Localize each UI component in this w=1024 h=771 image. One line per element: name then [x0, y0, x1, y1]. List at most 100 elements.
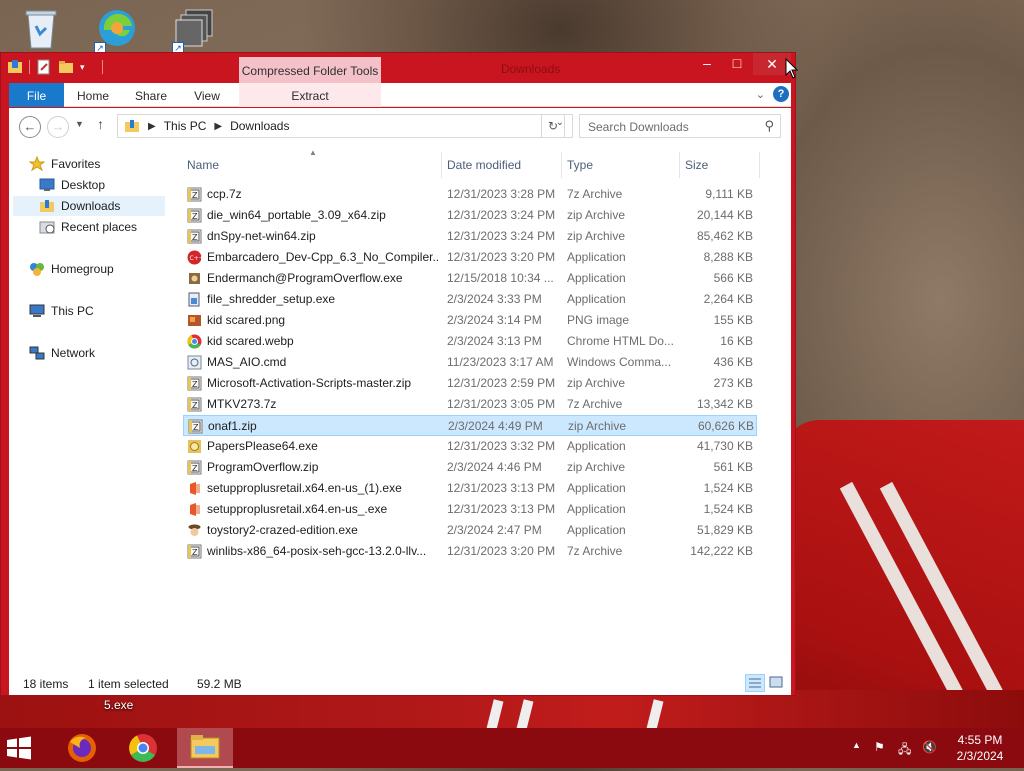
nav-this-pc[interactable]: This PC [29, 301, 94, 321]
file-row[interactable]: ZdnSpy-net-win64.zip 12/31/2023 3:24 PM zi… [183, 226, 757, 247]
file-name: MAS_AIO.cmd [207, 355, 287, 369]
file-row[interactable]: Z ProgramOverflow.zip 2/3/2024 4:46 PM zip … [183, 457, 757, 478]
help-icon[interactable]: ? [773, 86, 789, 102]
column-divider[interactable] [679, 152, 680, 178]
breadcrumb-downloads[interactable]: Downloads [230, 119, 289, 133]
window-title: Downloads [501, 62, 561, 76]
file-name: kid scared.webp [207, 334, 294, 348]
nav-homegroup[interactable]: Homegroup [29, 259, 114, 279]
file-row[interactable]: PapersPlease64.exe 12/31/2023 3:32 PM Appl… [183, 436, 757, 457]
file-size: 1,524 KB [703, 481, 753, 495]
file-name: Embarcadero_Dev-Cpp_6.3_No_Compiler... [207, 250, 439, 264]
nav-desktop-label: Desktop [61, 178, 106, 192]
refresh-button[interactable]: ↻ [541, 114, 565, 138]
file-row[interactable]: kid scared.webp 2/3/2024 3:13 PM Chrome HT… [183, 331, 757, 352]
tab-extract[interactable]: Extract [239, 83, 381, 107]
svg-text:Z: Z [192, 380, 198, 389]
minimize-icon[interactable]: – [693, 53, 721, 75]
action-center-flag-icon[interactable]: ⚑ [874, 740, 885, 754]
volume-muted-icon[interactable]: 🔇 [922, 740, 937, 754]
firefox-taskbar-icon[interactable] [54, 728, 110, 768]
chrome-taskbar-icon[interactable] [115, 728, 171, 768]
recycle-bin-icon[interactable] [18, 6, 64, 52]
chevron-down-icon[interactable]: ▾ [80, 59, 96, 75]
file-row[interactable]: file_shredder_setup.exe 2/3/2024 3:33 PM A… [183, 289, 757, 310]
file-size: 41,730 KB [696, 439, 753, 453]
tab-view[interactable]: View [185, 83, 229, 107]
file-row[interactable]: C++ Embarcadero_Dev-Cpp_6.3_No_Compiler..… [183, 247, 757, 268]
file-size: 1,524 KB [703, 502, 753, 516]
navigation-pane: Favorites Desktop Downloads Recent place… [9, 144, 175, 671]
file-row[interactable]: kid scared.png 2/3/2024 3:14 PM PNG image 1… [183, 310, 757, 331]
file-date: 2/3/2024 3:33 PM [447, 292, 542, 306]
column-date-modified[interactable]: Date modified [443, 152, 561, 178]
tab-home[interactable]: Home [71, 83, 115, 107]
recent-locations-icon[interactable]: ▼ [75, 119, 84, 129]
file-name: MTKV273.7z [207, 397, 277, 411]
nav-favorites[interactable]: Favorites [28, 154, 101, 174]
file-date: 12/31/2023 3:20 PM [447, 544, 556, 558]
column-divider[interactable] [759, 152, 760, 178]
network-tray-icon[interactable]: 🖧 [898, 740, 911, 761]
nav-network[interactable]: Network [29, 343, 95, 363]
file-row[interactable]: Endermanch@ProgramOverflow.exe 12/15/2018… [183, 268, 757, 289]
breadcrumb-chevron-icon[interactable]: ▶ [214, 121, 222, 132]
file-row[interactable]: toystory2-crazed-edition.exe 2/3/2024 2:4… [183, 520, 757, 541]
back-button[interactable]: ← [19, 116, 41, 138]
downloads-folder-icon [39, 198, 55, 214]
svg-text:Z: Z [192, 548, 198, 557]
compressed-folder-tools-tab: Compressed Folder Tools [239, 57, 381, 83]
file-explorer-taskbar-icon[interactable] [177, 728, 233, 768]
ribbon-tabs: File Home Share View Extract ⌄ ? [9, 83, 791, 107]
file-row[interactable]: Z MTKV273.7z 12/31/2023 3:05 PM 7z Archive 1… [183, 394, 757, 415]
nav-favorites-label: Favorites [51, 157, 101, 171]
column-size[interactable]: Size [681, 152, 757, 178]
file-row[interactable]: Zccp.7z 12/31/2023 3:28 PM 7z Archive 9,111… [183, 184, 757, 205]
desktop-item-label[interactable]: 5.exe [104, 698, 133, 712]
file-row[interactable]: Zwinlibs-x86_64-posix-seh-gcc-13.2.0-llv… [183, 541, 757, 562]
search-icon[interactable]: ⚲ [764, 118, 774, 134]
nav-desktop[interactable]: Desktop [39, 175, 169, 195]
mouse-cursor-icon [785, 57, 799, 83]
tab-share[interactable]: Share [129, 83, 173, 107]
explorer-window: ▾ Compressed Folder Tools Downloads – □ … [0, 52, 796, 696]
address-bar[interactable]: ▶ This PC ▶ Downloads ⌄ [117, 114, 573, 138]
clock[interactable]: 4:55 PM 2/3/2024 [950, 732, 1010, 764]
breadcrumb-chevron-icon[interactable]: ▶ [148, 121, 156, 132]
edge-icon[interactable]: ↗ [94, 6, 140, 54]
file-row[interactable]: Zdie_win64_portable_3.09_x64.zip 12/31/20… [183, 205, 757, 226]
search-input[interactable]: Search Downloads ⚲ [579, 114, 781, 138]
file-row[interactable]: Z Microsoft-Activation-Scripts-master.zip… [183, 373, 757, 394]
up-arrow-icon[interactable]: ↑ [97, 116, 104, 132]
nav-downloads[interactable]: Downloads [13, 196, 165, 216]
network-icon [29, 345, 45, 361]
file-row-selected[interactable]: Zonaf1.zip 2/3/2024 4:49 PM zip Archive 60,… [183, 415, 757, 436]
nav-downloads-label: Downloads [61, 199, 121, 213]
file-row[interactable]: setupproplusretail.x64.en-us_.exe 12/31/2… [183, 499, 757, 520]
app-shortcut-icon[interactable]: ↗ [172, 6, 218, 54]
tab-file[interactable]: File [9, 83, 64, 107]
column-divider[interactable] [441, 152, 442, 178]
file-date: 12/31/2023 2:59 PM [447, 376, 556, 390]
large-icons-view-button[interactable] [767, 674, 787, 692]
breadcrumb-this-pc[interactable]: This PC [164, 119, 207, 133]
recent-places-icon [39, 219, 55, 235]
file-row[interactable]: setupproplusretail.x64.en-us_(1).exe 12/3… [183, 478, 757, 499]
show-hidden-icons-icon[interactable]: ▲ [852, 740, 861, 750]
archive-icon: Z [187, 460, 202, 475]
forward-button[interactable]: → [47, 116, 69, 138]
column-type[interactable]: Type [563, 152, 679, 178]
nav-recent-places[interactable]: Recent places [39, 217, 137, 237]
expand-ribbon-icon[interactable]: ⌄ [756, 88, 765, 101]
new-folder-icon[interactable] [58, 59, 74, 75]
file-row[interactable]: MAS_AIO.cmd 11/23/2023 3:17 AM Windows Com… [183, 352, 757, 373]
title-bar[interactable]: ▾ Compressed Folder Tools Downloads – □ … [1, 53, 795, 83]
properties-icon[interactable] [36, 59, 52, 75]
column-divider[interactable] [561, 152, 562, 178]
desktop-icon [39, 177, 55, 193]
folder-app-icon[interactable] [7, 59, 23, 75]
details-view-button[interactable] [745, 674, 765, 692]
file-type: Application [567, 292, 626, 306]
start-button[interactable] [6, 736, 32, 760]
maximize-icon[interactable]: □ [723, 53, 751, 75]
